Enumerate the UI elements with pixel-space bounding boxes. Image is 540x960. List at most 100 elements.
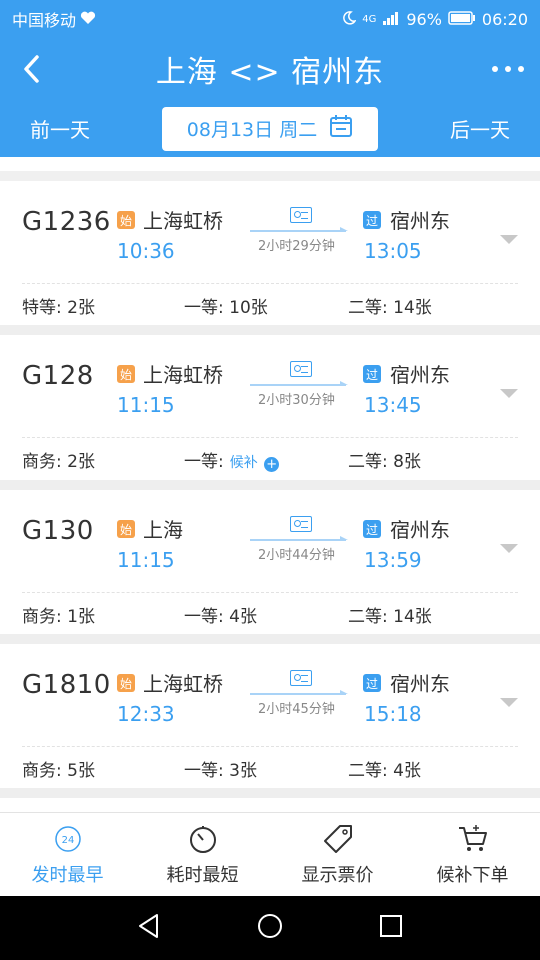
clock-time: 06:20 xyxy=(481,9,528,29)
departure-station: 上海虹桥 xyxy=(143,209,223,233)
expand-chevron-icon[interactable] xyxy=(500,389,518,398)
tab-shortest-duration[interactable]: 耗时最短 xyxy=(135,813,270,896)
arrival-time: 13:59 xyxy=(364,548,422,572)
train-number: G128 xyxy=(22,361,94,391)
price-tag-icon xyxy=(323,823,353,855)
direction-arrow-icon xyxy=(250,690,348,695)
date-bar: 前一天 08月13日 周二 后一天 xyxy=(0,100,540,157)
expand-chevron-icon[interactable] xyxy=(500,698,518,707)
direction-arrow-icon xyxy=(250,227,348,232)
origin-badge: 始 xyxy=(117,520,135,538)
direction-arrow-icon xyxy=(250,536,348,541)
arrival-station: 宿州东 xyxy=(390,209,450,233)
pass-badge: 过 xyxy=(363,365,381,383)
tab-label: 发时最早 xyxy=(31,864,104,886)
seat-availability: 商务: 2张 xyxy=(22,452,95,472)
train-card[interactable]: G1236 始 上海虹桥 10:36 2小时29分钟 过 宿州东 13:05 特… xyxy=(0,181,540,335)
battery-icon xyxy=(448,10,476,29)
card-divider xyxy=(22,592,518,593)
bottom-tab-bar: 24 发时最早 耗时最短 显示票价 候补下单 xyxy=(0,812,540,896)
more-dots-icon[interactable] xyxy=(476,38,540,100)
nav-home-icon[interactable] xyxy=(256,912,284,944)
origin-badge: 始 xyxy=(117,365,135,383)
train-card[interactable]: G1810 始 上海虹桥 12:33 2小时45分钟 过 宿州东 15:18 商… xyxy=(0,644,540,798)
prev-day-button[interactable]: 前一天 xyxy=(0,114,120,143)
departure-time: 10:36 xyxy=(117,239,175,263)
seat-class-label: 一等: xyxy=(184,452,224,472)
seat-availability: 二等: 8张 xyxy=(348,452,421,472)
heart-icon xyxy=(80,10,96,29)
arrival-station: 宿州东 xyxy=(390,518,450,542)
seat-availability-waitlist: 一等: 候补 + xyxy=(184,447,280,472)
tab-earliest-departure[interactable]: 24 发时最早 xyxy=(0,813,135,896)
list-top-divider xyxy=(0,157,540,181)
arrival-station: 宿州东 xyxy=(390,363,450,387)
nav-back-icon[interactable] xyxy=(137,913,161,943)
seat-availability: 特等: 2张 xyxy=(22,298,95,318)
departure-station: 上海虹桥 xyxy=(143,672,223,696)
calendar-icon xyxy=(329,114,353,143)
train-card[interactable]: G128 始 上海虹桥 11:15 2小时30分钟 过 宿州东 13:45 商务… xyxy=(0,335,540,490)
timer-icon xyxy=(188,823,218,855)
train-number: G1236 xyxy=(22,207,111,237)
route-title: 上海 <> 宿州东 xyxy=(155,55,385,90)
pass-badge: 过 xyxy=(363,211,381,229)
network-type: 4G xyxy=(362,13,377,25)
departure-time: 12:33 xyxy=(117,702,175,726)
moon-icon xyxy=(342,10,357,29)
title-bar: 上海 <> 宿州东 xyxy=(0,38,540,100)
battery-percent: 96% xyxy=(406,9,442,29)
back-arrow-icon[interactable] xyxy=(0,38,64,100)
departure-station: 上海 xyxy=(143,518,183,542)
id-card-icon xyxy=(290,516,312,532)
seat-availability: 二等: 4张 xyxy=(348,761,421,781)
arrival-time: 15:18 xyxy=(364,702,422,726)
seat-availability: 二等: 14张 xyxy=(348,607,432,627)
id-card-icon xyxy=(290,207,312,223)
train-number: G1810 xyxy=(22,670,111,700)
pass-badge: 过 xyxy=(363,520,381,538)
arrival-time: 13:05 xyxy=(364,239,422,263)
origin-badge: 始 xyxy=(117,674,135,692)
next-day-button[interactable]: 后一天 xyxy=(420,114,540,143)
signal-icon xyxy=(382,10,400,29)
clock-24-icon: 24 xyxy=(53,823,83,855)
date-picker-button[interactable]: 08月13日 周二 xyxy=(162,106,378,151)
id-card-icon xyxy=(290,670,312,686)
nav-recents-icon[interactable] xyxy=(379,914,403,942)
train-number: G130 xyxy=(22,516,94,546)
id-card-icon xyxy=(290,361,312,377)
plus-icon: + xyxy=(264,457,280,472)
departure-station: 上海虹桥 xyxy=(143,363,223,387)
origin-badge: 始 xyxy=(117,211,135,229)
pass-badge: 过 xyxy=(363,674,381,692)
tab-show-price[interactable]: 显示票价 xyxy=(270,813,405,896)
carrier-name: 中国移动 xyxy=(12,11,77,30)
departure-time: 11:15 xyxy=(117,548,175,572)
system-nav-bar xyxy=(0,896,540,960)
departure-time: 11:15 xyxy=(117,393,175,417)
tab-label: 耗时最短 xyxy=(166,864,239,886)
tab-label: 显示票价 xyxy=(301,864,374,886)
trip-duration: 2小时45分钟 xyxy=(258,702,335,717)
train-card-partial[interactable] xyxy=(0,798,540,812)
trip-duration: 2小时29分钟 xyxy=(258,239,335,254)
train-list[interactable]: G1236 始 上海虹桥 10:36 2小时29分钟 过 宿州东 13:05 特… xyxy=(0,157,540,812)
seat-availability: 商务: 5张 xyxy=(22,761,95,781)
svg-text:24: 24 xyxy=(61,835,74,846)
arrival-time: 13:45 xyxy=(364,393,422,417)
expand-chevron-icon[interactable] xyxy=(500,544,518,553)
train-card[interactable]: G130 始 上海 11:15 2小时44分钟 过 宿州东 13:59 商务: … xyxy=(0,490,540,644)
seat-availability: 一等: 10张 xyxy=(184,298,268,318)
tab-waitlist-order[interactable]: 候补下单 xyxy=(405,813,540,896)
expand-chevron-icon[interactable] xyxy=(500,235,518,244)
card-divider xyxy=(22,746,518,747)
selected-date: 08月13日 周二 xyxy=(186,119,318,141)
seat-availability: 二等: 14张 xyxy=(348,298,432,318)
trip-duration: 2小时30分钟 xyxy=(258,393,335,408)
seat-availability: 一等: 4张 xyxy=(184,607,257,627)
cart-plus-icon xyxy=(457,823,489,855)
waitlist-button[interactable]: 候补 + xyxy=(230,455,280,472)
tab-label: 候补下单 xyxy=(436,864,509,886)
card-divider xyxy=(22,437,518,438)
